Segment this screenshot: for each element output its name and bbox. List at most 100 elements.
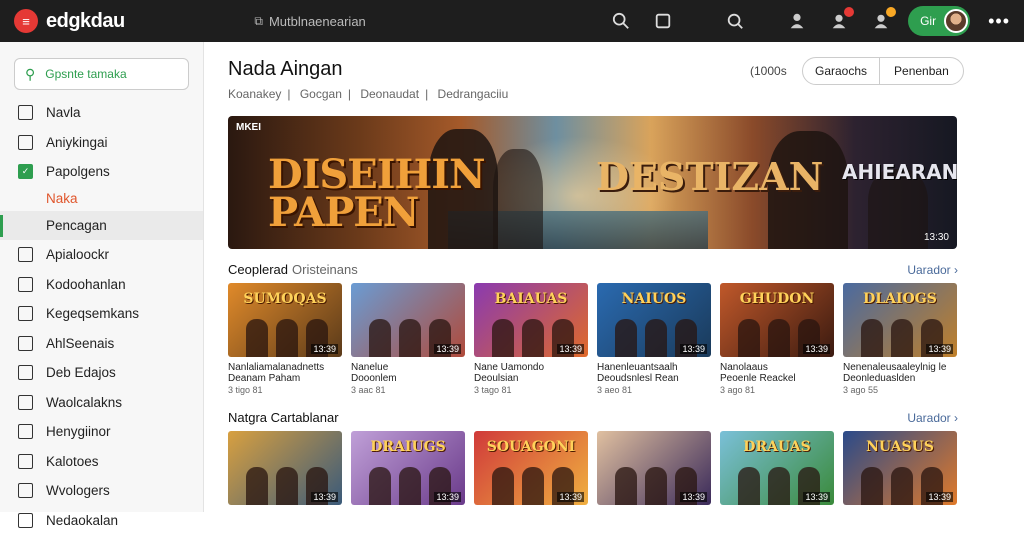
- sidebar-item[interactable]: Kodoohanlan: [0, 270, 203, 300]
- video-card[interactable]: BAIAUAS13:39Nane UamondoDeoulsian3 tago …: [474, 283, 588, 395]
- duration-badge: 13:39: [311, 344, 338, 354]
- thumbnail-title: DRAUAS: [720, 439, 834, 455]
- sidebar-item[interactable]: Waolcalakns: [0, 388, 203, 418]
- more-menu-icon[interactable]: •••: [988, 11, 1010, 32]
- sidebar-item-label: Deb Edajos: [46, 365, 116, 380]
- sidebar-item[interactable]: ✓Papolgens: [0, 157, 203, 187]
- see-all-link[interactable]: Uarador ›: [907, 411, 958, 425]
- video-card[interactable]: 13:39 NanelueDooonlem3 aac 81: [351, 283, 465, 395]
- video-card[interactable]: SOUAGONI 13:39: [474, 431, 588, 505]
- thumbnail-figure: [861, 319, 883, 357]
- thumbnail-figure: [645, 467, 667, 505]
- sidebar-item[interactable]: Naka: [0, 187, 203, 211]
- sidebar-item[interactable]: Henygiinor: [0, 417, 203, 447]
- video-title[interactable]: Nenenaleusaaleylnig leDeonleduaslden: [843, 362, 957, 384]
- thumbnail-figure: [645, 319, 667, 357]
- sidebar-item[interactable]: Pencagan: [0, 211, 203, 241]
- duration-badge: 13:39: [803, 492, 830, 502]
- user-icon: [18, 135, 33, 150]
- alert-icon[interactable]: [870, 10, 892, 32]
- page-title: Nada Aingan: [228, 58, 343, 81]
- sidebar-item-label: Kalotoes: [46, 454, 99, 469]
- video-thumbnail[interactable]: 13:39: [228, 431, 342, 505]
- video-thumbnail[interactable]: DRAUAS 13:39: [720, 431, 834, 505]
- square-icon[interactable]: [652, 10, 674, 32]
- video-title[interactable]: NanlaliamalanadnettsDeanam Paham: [228, 362, 342, 384]
- hero-banner[interactable]: MKEI DISEIHIN PAPEN DESTIZAN AHIEARAN 13…: [228, 116, 957, 249]
- sidebar-item[interactable]: Apialoockr: [0, 240, 203, 270]
- video-thumbnail[interactable]: SOUAGONI 13:39: [474, 431, 588, 505]
- search-alt-icon[interactable]: [724, 10, 746, 32]
- sidebar-search-placeholder: Gpsnte tamaka: [45, 67, 126, 81]
- video-thumbnail[interactable]: 13:39: [597, 431, 711, 505]
- video-thumbnail[interactable]: NAIUOS13:39: [597, 283, 711, 357]
- sidebar-item[interactable]: Kegeqsemkans: [0, 299, 203, 329]
- box-icon: [18, 277, 33, 292]
- hero-title-left: DISEIHIN PAPEN: [268, 156, 438, 232]
- see-all-link[interactable]: Uarador ›: [907, 263, 958, 277]
- main-content: Nada Aingan Koanakey| Gocgan| Deonaudat|…: [228, 42, 998, 512]
- video-title[interactable]: NanolaausPeoenle Reackel: [720, 362, 834, 384]
- sidebar-item[interactable]: Aniykingai: [0, 128, 203, 158]
- video-thumbnail[interactable]: 13:39: [351, 283, 465, 357]
- video-card[interactable]: 13:39: [597, 431, 711, 505]
- sidebar-item[interactable]: AhlSeenais: [0, 329, 203, 359]
- hero-title-right: AHIEARAN: [842, 160, 957, 184]
- breadcrumb-item[interactable]: Deonaudat: [360, 87, 419, 101]
- app-logo[interactable]: ≡ edgkdau: [14, 9, 232, 33]
- sidebar-item[interactable]: Navla: [0, 98, 203, 128]
- thumbnail-figure: [738, 467, 760, 505]
- video-title[interactable]: Nane UamondoDeoulsian: [474, 362, 588, 384]
- top-search[interactable]: ⧉ Mutblnaenearian: [254, 14, 600, 29]
- breadcrumb-item[interactable]: Koanakey: [228, 87, 281, 101]
- duration-badge: 13:39: [557, 492, 584, 502]
- top-bar: ≡ edgkdau ⧉ Mutblnaenearian Gir •: [0, 0, 1024, 42]
- video-card[interactable]: DRAUAS 13:39: [720, 431, 834, 505]
- video-thumbnail[interactable]: DRAIUGS13:39: [351, 431, 465, 505]
- video-card[interactable]: 13:39: [228, 431, 342, 505]
- segment-button[interactable]: Garaochs: [803, 58, 879, 84]
- video-card[interactable]: SUMOQAS 13:39 NanlaliamalanadnettsDeanam P…: [228, 283, 342, 395]
- video-thumbnail[interactable]: SUMOQAS 13:39: [228, 283, 342, 357]
- check-icon: ✓: [18, 164, 33, 179]
- hero-title-center: DESTIZAN: [596, 154, 823, 199]
- video-thumbnail[interactable]: NUASUS13:39: [843, 431, 957, 505]
- duration-badge: 13:39: [434, 492, 461, 502]
- sidebar-item[interactable]: Wvologers: [0, 476, 203, 506]
- video-card[interactable]: DLAIOGS13:39 Nenenaleusaaleylnig leDeonle…: [843, 283, 957, 395]
- sidebar-item-label: Naka: [46, 191, 78, 206]
- duration-badge: 13:39: [311, 492, 338, 502]
- breadcrumb-item[interactable]: Dedrangaciiu: [438, 87, 509, 101]
- video-stats: 3 aac 81: [351, 385, 465, 395]
- sidebar-item-label: Henygiinor: [46, 424, 111, 439]
- user-menu-button[interactable]: Gir: [908, 6, 970, 36]
- video-title[interactable]: HanenleuantsaalhDeoudsnlesl Rean: [597, 362, 711, 384]
- sidebar-item-label: Navla: [46, 105, 81, 120]
- sidebar-item[interactable]: Nedaokalan: [0, 506, 203, 535]
- sidebar-item-label: Kodoohanlan: [46, 277, 126, 292]
- video-thumbnail[interactable]: BAIAUAS13:39: [474, 283, 588, 357]
- video-card[interactable]: GHUDON13:39NanolaausPeoenle Reackel3 ago…: [720, 283, 834, 395]
- segment-button[interactable]: Penenban: [879, 58, 963, 84]
- search-icon[interactable]: [610, 10, 632, 32]
- video-thumbnail[interactable]: GHUDON13:39: [720, 283, 834, 357]
- breadcrumb-item[interactable]: Gocgan: [300, 87, 342, 101]
- thumbnail-figure: [522, 467, 544, 505]
- thumbnail-figure: [522, 319, 544, 357]
- video-card[interactable]: NAIUOS13:39 HanenleuantsaalhDeoudsnlesl R…: [597, 283, 711, 395]
- sidebar-item[interactable]: Deb Edajos: [0, 358, 203, 388]
- video-title[interactable]: NanelueDooonlem: [351, 362, 465, 384]
- video-row: SUMOQAS 13:39 NanlaliamalanadnettsDeanam P…: [228, 283, 957, 395]
- thumbnail-title: SOUAGONI: [474, 439, 588, 455]
- notification-icon[interactable]: [828, 10, 850, 32]
- box-icon: [18, 513, 33, 528]
- video-card[interactable]: DRAIUGS13:39: [351, 431, 465, 505]
- thumbnail-figure: [246, 319, 268, 357]
- person-icon[interactable]: [786, 10, 808, 32]
- video-card[interactable]: NUASUS13:39: [843, 431, 957, 505]
- thumbnail-title: SUMOQAS: [228, 291, 342, 307]
- sidebar-item[interactable]: Kalotoes: [0, 447, 203, 477]
- sidebar-search-input[interactable]: ⚲ Gpsnte tamaka: [14, 58, 189, 90]
- video-stats: 3 ago 55: [843, 385, 957, 395]
- video-thumbnail[interactable]: DLAIOGS13:39: [843, 283, 957, 357]
